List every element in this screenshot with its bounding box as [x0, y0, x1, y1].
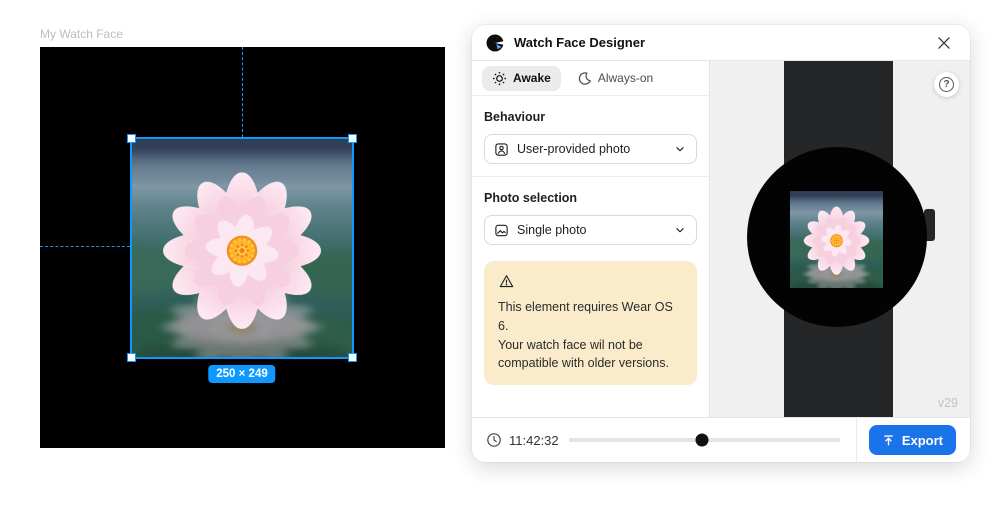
warning-text-line2: Your watch face wil not be compatible wi… [498, 336, 683, 374]
warning-triangle-icon [498, 273, 683, 290]
behaviour-label: Behaviour [484, 110, 697, 124]
watch-photo-preview [790, 191, 883, 288]
export-button[interactable]: Export [869, 425, 956, 455]
panel-body: Awake Always-on Behaviour [472, 61, 970, 417]
behaviour-value: User-provided photo [517, 142, 630, 156]
warning-text-line1: This element requires Wear OS 6. [498, 298, 683, 336]
close-icon[interactable] [932, 31, 956, 55]
export-button-label: Export [902, 433, 943, 448]
help-button[interactable]: ? [934, 72, 959, 97]
photo-selection-value: Single photo [517, 223, 587, 237]
resize-handle-nw[interactable] [127, 134, 136, 143]
moon-icon [577, 71, 592, 86]
resize-handle-se[interactable] [348, 353, 357, 362]
question-mark-icon: ? [939, 77, 954, 92]
frame-title[interactable]: My Watch Face [40, 27, 123, 41]
time-slider[interactable] [569, 432, 840, 448]
tab-awake-label: Awake [513, 71, 551, 85]
footer-divider [856, 418, 857, 462]
photo-selection-section: Photo selection Single photo [472, 177, 709, 257]
tab-always-on[interactable]: Always-on [567, 66, 663, 91]
chevron-down-icon [673, 142, 687, 156]
mode-tabs: Awake Always-on [472, 61, 709, 96]
photo-selection-label: Photo selection [484, 191, 697, 205]
slider-thumb[interactable] [695, 434, 708, 447]
panel-footer: 11:42:32 Export [472, 417, 970, 462]
clock-icon [486, 432, 502, 448]
plugin-logo-icon [486, 34, 504, 52]
photo-selection-select[interactable]: Single photo [484, 215, 697, 245]
alignment-guide-vertical [242, 47, 243, 137]
settings-column: Awake Always-on Behaviour [472, 61, 710, 417]
compatibility-warning: This element requires Wear OS 6. Your wa… [484, 261, 697, 385]
selection-size-badge: 250 × 249 [208, 365, 275, 383]
image-icon [494, 223, 509, 238]
user-photo-icon [494, 142, 509, 157]
watch-preview: ? v29 [710, 61, 970, 417]
version-label: v29 [938, 396, 958, 410]
selection-box[interactable] [130, 137, 354, 359]
sun-icon [492, 71, 507, 86]
watch-face-artboard[interactable]: 250 × 249 [40, 47, 445, 448]
resize-handle-sw[interactable] [127, 353, 136, 362]
behaviour-section: Behaviour User-provided photo [472, 96, 709, 176]
panel-header: Watch Face Designer [472, 25, 970, 61]
time-display: 11:42:32 [509, 433, 559, 448]
export-arrow-icon [882, 434, 895, 447]
behaviour-select[interactable]: User-provided photo [484, 134, 697, 164]
tab-always-on-label: Always-on [598, 71, 653, 85]
chevron-down-icon [673, 223, 687, 237]
panel-title: Watch Face Designer [514, 35, 645, 50]
resize-handle-ne[interactable] [348, 134, 357, 143]
watch-face-designer-panel: Watch Face Designer [472, 25, 970, 462]
alignment-guide-horizontal [40, 246, 130, 247]
tab-awake[interactable]: Awake [482, 66, 561, 91]
